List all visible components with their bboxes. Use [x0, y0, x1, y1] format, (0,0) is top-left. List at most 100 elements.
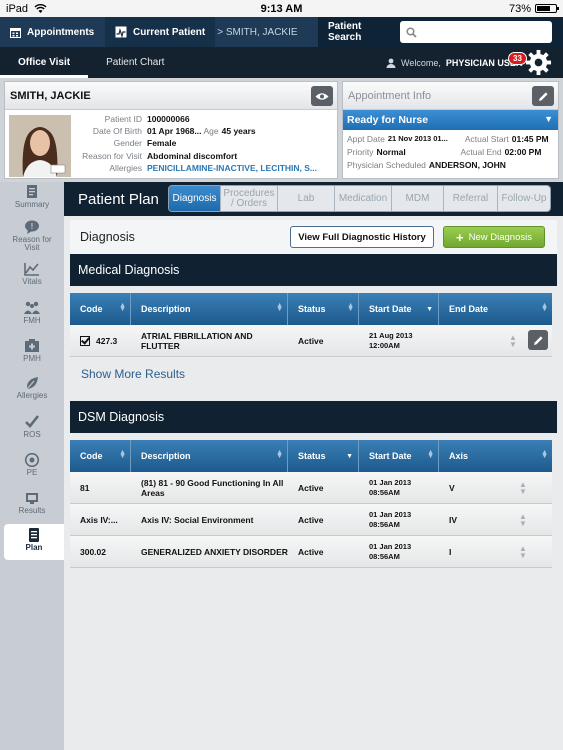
physician-value: ANDERSON, JOHN: [428, 159, 506, 170]
patient-plan-panel: Patient Plan Diagnosis Procedures / Orde…: [64, 182, 563, 750]
cell-description: Axis IV: Social Environment: [141, 514, 254, 525]
patient-header: SMITH, JACKIE Patient ID 100000066 Date O…: [0, 78, 563, 182]
sidebar-item-plan[interactable]: Plan: [4, 524, 64, 560]
sidebar-item-reason[interactable]: ! Reason for Visit: [0, 220, 64, 252]
breadcrumb: > SMITH, JACKIE: [217, 26, 298, 38]
column-axis-label: Axis: [449, 451, 469, 461]
patient-search-input[interactable]: [400, 21, 552, 43]
age-label: Age: [203, 126, 219, 137]
edit-appointment-button[interactable]: [532, 86, 554, 106]
tab-office-visit[interactable]: Office Visit: [0, 47, 89, 78]
vitals-chart-icon: [24, 263, 39, 276]
sidebar-item-summary[interactable]: Summary: [0, 185, 64, 209]
column-start-date[interactable]: Start Date ▲ ▼: [359, 440, 439, 472]
pencil-icon: [538, 91, 548, 101]
sidebar-item-pmh[interactable]: PMH: [0, 339, 64, 363]
view-diagnostic-history-button[interactable]: View Full Diagnostic History: [290, 226, 434, 248]
sidebar-item-allergies[interactable]: Allergies: [0, 376, 64, 400]
sort-descending-icon: ▼: [426, 306, 433, 313]
column-code[interactable]: Code ▲ ▼: [70, 293, 131, 325]
cell-axis-value: V: [449, 482, 455, 493]
appointment-details: Appt Date 21 Nov 2013 01... Actual Start 01…: [343, 130, 558, 173]
sidebar-item-results[interactable]: Results: [0, 491, 64, 515]
reorder-icon[interactable]: ▲ ▼: [518, 481, 528, 496]
checkmark-icon: [25, 415, 40, 428]
sort-icon: ▲ ▼: [427, 449, 434, 460]
cell-end-date: ▲ ▼: [439, 325, 552, 356]
medical-history-icon: [25, 339, 39, 352]
appointment-status-dropdown[interactable]: Ready for Nurse ▼: [343, 110, 558, 130]
sidebar-label-fmh: FMH: [23, 316, 41, 325]
column-axis[interactable]: Axis ▲ ▼: [439, 440, 552, 472]
sidebar-item-fmh[interactable]: FMH: [0, 301, 64, 325]
sort-descending-icon: ▼: [346, 453, 353, 460]
column-start-date[interactable]: Start Date ▼: [359, 293, 439, 325]
show-more-results-link[interactable]: Show More Results: [81, 367, 185, 381]
dsm-diagnosis-header: DSM Diagnosis: [70, 401, 557, 433]
column-description[interactable]: Description ▲ ▼: [131, 293, 288, 325]
current-patient-button[interactable]: Current Patient: [105, 17, 216, 47]
tab-mdm[interactable]: MDM: [392, 186, 444, 211]
column-description[interactable]: Description ▲ ▼: [131, 440, 288, 472]
checkbox[interactable]: [80, 335, 90, 346]
gear-icon[interactable]: [525, 49, 552, 76]
tab-procedures-orders[interactable]: Procedures / Orders: [221, 186, 278, 211]
tab-lab[interactable]: Lab: [278, 186, 335, 211]
table-row[interactable]: 427.3 ATRIAL FIBRILLATION AND FLUTTER Ac…: [70, 325, 552, 357]
tab-diagnosis[interactable]: Diagnosis: [169, 186, 221, 211]
patient-details: Patient ID 100000066 Date Of Birth 01 Apr …: [77, 113, 337, 174]
plus-icon: +: [456, 229, 464, 245]
appointment-title-text: Appointment Info: [348, 90, 432, 102]
reorder-icon[interactable]: ▲ ▼: [518, 513, 528, 528]
cell-code: 427.3: [70, 325, 131, 356]
cell-axis: I ▲ ▼: [439, 536, 552, 567]
tab-medication[interactable]: Medication: [335, 186, 392, 211]
column-status[interactable]: Status ▼: [288, 440, 359, 472]
allergies-label: Allergies: [109, 162, 142, 173]
svg-text:!: !: [31, 222, 34, 231]
tab-follow-up[interactable]: Follow-Up: [498, 186, 550, 211]
sidebar-label-plan: Plan: [25, 543, 43, 552]
sidebar-item-ros[interactable]: ROS: [0, 415, 64, 439]
battery-icon: [535, 4, 559, 13]
notification-badge[interactable]: 33: [508, 52, 527, 65]
tab-referral[interactable]: Referral: [444, 186, 498, 211]
reorder-icon[interactable]: ▲ ▼: [508, 334, 518, 349]
edit-row-button[interactable]: [528, 330, 548, 350]
physician-label: Physician Scheduled: [347, 159, 426, 170]
table-row[interactable]: 81 (81) 81 - 90 Good Functioning In All …: [70, 472, 552, 504]
column-start-date-label: Start Date: [369, 451, 412, 461]
tab-patient-chart[interactable]: Patient Chart: [88, 47, 182, 78]
patient-search-label: Patient Search: [328, 21, 362, 43]
appointments-button[interactable]: Appointments: [0, 17, 105, 47]
sidebar-item-pe[interactable]: PE: [0, 453, 64, 477]
reorder-icon[interactable]: ▲ ▼: [518, 545, 528, 560]
plan-book-icon: [29, 528, 39, 542]
appointment-title: Appointment Info: [343, 82, 558, 110]
age-value: 45 years: [221, 126, 256, 137]
cell-status: Active: [298, 514, 324, 525]
appt-date-label: Appt Date: [347, 133, 385, 144]
actual-end-label: Actual End: [460, 146, 502, 157]
reason-label: Reason for Visit: [82, 150, 142, 161]
dsm-table-header: Code ▲ ▼ Description ▲ ▼ Status ▼ Start Date ▲…: [70, 440, 552, 472]
allergies-link[interactable]: PENICILLAMINE-INACTIVE, LECITHIN, S...: [147, 163, 317, 173]
view-patient-button[interactable]: [311, 86, 333, 106]
column-status[interactable]: Status ▲ ▼: [288, 293, 359, 325]
sidebar-label-vitals: Vitals: [22, 277, 42, 286]
table-row[interactable]: Axis IV:... Axis IV: Social Environment …: [70, 504, 552, 536]
stethoscope-icon: [24, 453, 40, 467]
plan-header: Patient Plan Diagnosis Procedures / Orde…: [64, 182, 563, 216]
table-row[interactable]: 300.02 GENERALIZED ANXIETY DISORDER Acti…: [70, 536, 552, 568]
chevron-down-icon: ▼: [544, 114, 553, 124]
sidebar-item-vitals[interactable]: Vitals: [0, 262, 64, 286]
column-status-label: Status: [298, 451, 326, 461]
cell-axis: V ▲ ▼: [439, 472, 552, 503]
new-diagnosis-button[interactable]: + New Diagnosis: [443, 226, 545, 248]
column-code[interactable]: Code ▲ ▼: [70, 440, 131, 472]
sort-icon: ▲ ▼: [541, 302, 548, 313]
sort-icon: ▲ ▼: [119, 449, 126, 460]
column-end-date[interactable]: End Date ▲ ▼: [439, 293, 552, 325]
sidebar-label-results: Results: [18, 506, 46, 515]
leaf-icon: [26, 377, 38, 390]
